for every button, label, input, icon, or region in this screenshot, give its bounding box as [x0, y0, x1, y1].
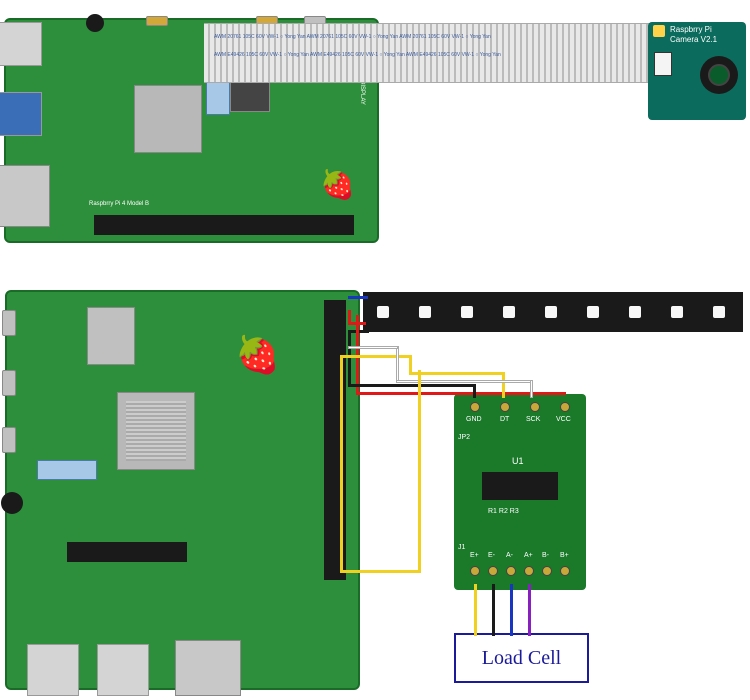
hx711-board: GND DT SCK VCC JP2 U1 R1 R2 R3 J1 E+ E- …	[454, 394, 586, 590]
usb-c-bottom	[2, 310, 16, 336]
camera-connector-icon	[654, 52, 672, 76]
hx711-hole-ap	[524, 566, 534, 576]
wire-hx-dt-h0	[340, 355, 412, 358]
ram-bottom	[87, 307, 135, 365]
hx711-eminus: E-	[488, 552, 495, 559]
hx711-jp2: JP2	[458, 434, 470, 441]
load-cell: Load Cell	[454, 633, 589, 683]
camera-corner-chip	[653, 25, 665, 37]
wire-hx-sck-pi	[348, 346, 398, 349]
hx711-hole-em	[488, 566, 498, 576]
hx711-r-labels: R1 R2 R3	[488, 508, 519, 515]
display-label: DISPLAY	[359, 80, 365, 105]
wire-hx-dt-v2	[502, 372, 505, 398]
wire-hx-gnd-v1	[348, 332, 351, 386]
led-pixel-8	[671, 306, 683, 318]
usb-port-1	[0, 22, 42, 66]
camera-lens	[700, 56, 738, 94]
audio-jack-bottom	[1, 492, 23, 514]
hx711-hole-am	[506, 566, 516, 576]
hx711-bminus: B-	[542, 552, 549, 559]
ethernet-bottom	[175, 640, 241, 696]
hx711-u1: U1	[512, 456, 524, 466]
csi-bottom	[37, 460, 97, 480]
led-pixel-3	[461, 306, 473, 318]
ribbon-cable: AWM 20761 105C 60V VW-1 ○ Yong Yan AWM 2…	[204, 23, 650, 83]
wire-hx-gnd-h	[348, 384, 476, 387]
display-connector-bottom	[67, 542, 187, 562]
wire-hx-sck-h	[396, 380, 532, 383]
hx711-pin-dt	[500, 402, 510, 412]
wire-led-gnd-v	[366, 308, 369, 333]
camera-lens-glass-icon	[708, 64, 730, 86]
ribbon-marking-2: AWM E49426 105C 60V VW-1 ○ Yong Yan AWM …	[214, 52, 634, 58]
usb-port-bottom-1	[27, 644, 79, 696]
hx711-label-vcc: VCC	[556, 416, 571, 423]
raspberry-pi-logo-icon: 🍓	[320, 168, 355, 201]
gpio-header: Raspbrry Pi 4 Model B	[94, 215, 354, 235]
led-pixel-7	[629, 306, 641, 318]
hx711-label-sck: SCK	[526, 416, 540, 423]
soc-chip	[134, 85, 202, 153]
wire-hx-gnd-v2	[473, 384, 476, 398]
hx711-pin-gnd	[470, 402, 480, 412]
micro-hdmi-1	[146, 16, 168, 26]
camera-module: Raspbrry Pi Camera V2.1	[648, 22, 746, 120]
wire-lc-aplus	[528, 584, 531, 636]
hx711-aminus: A-	[506, 552, 513, 559]
led-pixel-5	[545, 306, 557, 318]
hx711-pin-vcc	[560, 402, 570, 412]
hx711-hole-ep	[470, 566, 480, 576]
hx711-eplus: E+	[470, 552, 479, 559]
audio-jack	[86, 14, 104, 32]
wire-hx-dt-h1	[409, 372, 505, 375]
hdmi-bottom-2	[2, 427, 16, 453]
wire-lc-aminus	[510, 584, 513, 636]
hx711-j1: J1	[458, 544, 465, 551]
soc-chip-bottom	[117, 392, 195, 470]
usb3-port	[0, 92, 42, 136]
camera-brand: Raspbrry Pi	[670, 25, 712, 34]
led-pixel-9	[713, 306, 725, 318]
led-pixel-4	[503, 306, 515, 318]
hdmi-bottom-1	[2, 370, 16, 396]
wire-yellow-wrap-v	[418, 370, 421, 573]
wire-lc-eminus	[492, 584, 495, 636]
led-pixel-2	[419, 306, 431, 318]
load-cell-label: Load Cell	[482, 647, 561, 670]
raspberry-pi-bottom: 🍓	[5, 290, 360, 690]
wire-lc-eplus	[474, 584, 477, 636]
wire-hx-vcc-h	[356, 392, 566, 395]
hx711-label-dt: DT	[500, 416, 509, 423]
hx711-ic-chip	[482, 472, 558, 500]
hx711-pin-sck	[530, 402, 540, 412]
wire-hx-dt-v1	[340, 355, 343, 573]
led-strip	[363, 292, 743, 332]
ethernet-port	[0, 165, 50, 227]
hx711-bplus: B+	[560, 552, 569, 559]
model-label: Raspbrry Pi 4 Model B	[89, 201, 349, 207]
led-pixel-1	[377, 306, 389, 318]
ribbon-marking-1: AWM 20761 105C 60V VW-1 ○ Yong Yan AWM 2…	[214, 34, 634, 40]
hx711-label-gnd: GND	[466, 416, 482, 423]
hx711-aplus: A+	[524, 552, 533, 559]
raspberry-pi-logo-bottom-icon: 🍓	[235, 334, 280, 376]
hx711-hole-bp	[560, 566, 570, 576]
led-pixel-6	[587, 306, 599, 318]
usb-port-bottom-2	[97, 644, 149, 696]
wire-hx-sck-v0	[396, 346, 399, 382]
heatsink-icon	[126, 401, 186, 461]
camera-model: Camera V2.1	[670, 35, 717, 44]
wire-led-data-h	[348, 296, 368, 299]
wire-hx-sck-v	[530, 380, 533, 398]
hx711-hole-bm	[542, 566, 552, 576]
wire-yellow-wrap-h1	[340, 570, 420, 573]
